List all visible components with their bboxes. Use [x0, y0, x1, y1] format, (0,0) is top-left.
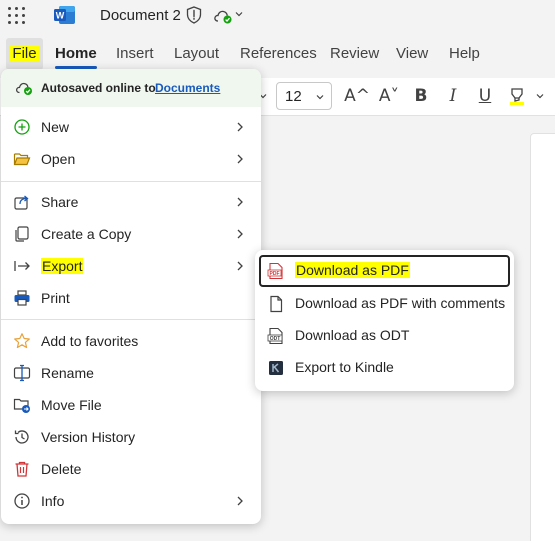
submenu-item-label: Export to Kindle — [295, 359, 394, 375]
export-arrow-icon — [14, 261, 30, 271]
menu-item-label: Open — [41, 151, 76, 167]
app-launcher-icon[interactable] — [8, 7, 25, 24]
svg-text:ODT: ODT — [270, 336, 281, 342]
download-as-pdf-item[interactable]: PDF Download as PDF — [259, 255, 510, 287]
autosave-text: Autosaved online to — [41, 81, 156, 95]
menu-item-add-to-favorites[interactable]: Add to favorites — [1, 325, 261, 357]
export-to-kindle-item[interactable]: Export to Kindle — [259, 352, 510, 384]
title-bar: W Document 2 — [0, 0, 555, 34]
menu-item-label: Rename — [41, 365, 94, 381]
pdf-comments-icon — [270, 295, 283, 313]
submenu-item-label: Download as PDF with comments — [295, 295, 506, 311]
menu-item-label: Export — [41, 258, 84, 274]
cloud-saved-icon — [15, 82, 32, 95]
autosave-banner: Autosaved online to Documents — [1, 69, 261, 107]
menu-divider — [1, 181, 261, 182]
folder-open-icon — [13, 153, 31, 166]
menu-item-version-history[interactable]: Version History — [1, 421, 261, 453]
menu-item-info[interactable]: Info — [1, 485, 261, 517]
bold-button[interactable]: B — [410, 85, 432, 107]
info-icon — [14, 493, 30, 509]
menu-item-open[interactable]: Open — [1, 143, 261, 175]
chevron-right-icon — [237, 261, 243, 271]
plus-circle-icon — [14, 119, 30, 135]
odt-icon: ODT — [267, 327, 283, 345]
submenu-item-label: Download as PDF — [295, 262, 410, 278]
highlighter-button[interactable] — [506, 85, 528, 107]
move-file-icon — [13, 398, 30, 413]
chevron-right-icon — [237, 229, 243, 239]
menu-item-delete[interactable]: Delete — [1, 453, 261, 485]
menu-item-create-a-copy[interactable]: Create a Copy — [1, 218, 261, 250]
pdf-icon: PDF — [267, 262, 283, 280]
chevron-down-icon — [316, 95, 324, 100]
font-size-select[interactable]: 12 — [276, 82, 332, 110]
underline-button[interactable]: U — [474, 85, 496, 107]
italic-button[interactable]: I — [442, 85, 464, 107]
tab-references[interactable]: References — [240, 38, 317, 70]
share-icon — [14, 195, 29, 210]
shrink-font-button[interactable]: A˅ — [378, 85, 400, 107]
tab-layout[interactable]: Layout — [174, 38, 219, 70]
menu-item-export[interactable]: Export — [1, 250, 261, 282]
menu-item-label: Create a Copy — [41, 226, 132, 242]
trash-icon — [15, 461, 29, 477]
document-page[interactable] — [530, 133, 555, 541]
menu-item-label: Delete — [41, 461, 82, 477]
menu-item-rename[interactable]: Rename — [1, 357, 261, 389]
highlight-color-chevron-icon[interactable] — [535, 91, 545, 101]
menu-item-label: New — [41, 119, 70, 135]
rename-icon — [13, 364, 31, 382]
star-icon — [14, 333, 30, 349]
tab-home[interactable]: Home — [55, 38, 97, 70]
menu-item-move-file[interactable]: Move File — [1, 389, 261, 421]
menu-item-new[interactable]: New — [1, 111, 261, 143]
svg-text:PDF: PDF — [270, 271, 280, 277]
grow-font-button[interactable]: A^ — [344, 85, 370, 107]
highlighter-icon — [510, 88, 524, 105]
printer-icon — [14, 290, 30, 306]
menu-item-print[interactable]: Print — [1, 282, 261, 314]
chevron-right-icon — [237, 496, 243, 506]
menu-item-label: Version History — [41, 429, 136, 445]
menu-divider — [1, 319, 261, 320]
download-as-odt-item[interactable]: ODT Download as ODT — [259, 320, 510, 352]
ribbon-tabs: File Home Insert Layout References Revie… — [0, 38, 555, 70]
file-menu: Autosaved online to Documents New Open S… — [1, 69, 261, 524]
document-title[interactable]: Document 2 — [100, 7, 181, 24]
svg-text:W: W — [56, 11, 65, 21]
cloud-saved-icon[interactable] — [213, 8, 233, 24]
font-size-value: 12 — [285, 88, 302, 105]
documents-link[interactable]: Documents — [155, 81, 220, 95]
chevron-right-icon — [237, 154, 243, 164]
submenu-item-label: Download as ODT — [295, 327, 410, 343]
download-as-pdf-with-comments-item[interactable]: Download as PDF with comments — [259, 288, 510, 320]
word-logo-icon: W — [54, 6, 75, 24]
menu-item-label: Print — [41, 290, 70, 306]
shield-icon[interactable] — [186, 6, 202, 24]
chevron-right-icon — [237, 197, 243, 207]
kindle-icon — [269, 361, 283, 375]
copy-icon — [15, 226, 29, 242]
tab-review[interactable]: Review — [330, 38, 379, 70]
menu-item-label: Share — [41, 194, 79, 210]
menu-item-label: Info — [41, 493, 65, 509]
chevron-down-icon[interactable] — [234, 9, 244, 19]
menu-item-label: Move File — [41, 397, 102, 413]
chevron-right-icon — [237, 122, 243, 132]
export-submenu: PDF Download as PDF Download as PDF with… — [255, 250, 514, 391]
tab-file-label: File — [10, 45, 39, 62]
history-icon — [14, 430, 29, 444]
tab-insert[interactable]: Insert — [116, 38, 154, 70]
tab-help[interactable]: Help — [449, 38, 480, 70]
menu-item-share[interactable]: Share — [1, 186, 261, 218]
menu-item-label: Add to favorites — [41, 333, 139, 349]
tab-view[interactable]: View — [396, 38, 428, 70]
tab-file[interactable]: File — [6, 38, 43, 70]
